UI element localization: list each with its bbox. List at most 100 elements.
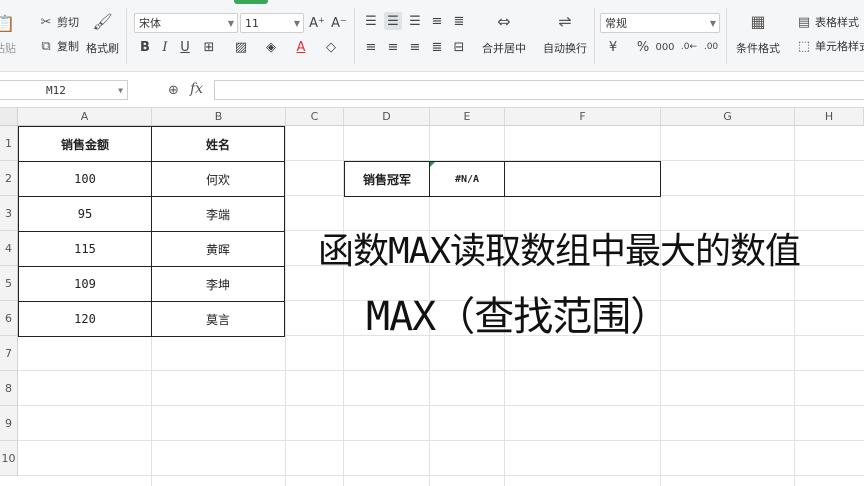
- name-box[interactable]: M12 ▼: [0, 80, 128, 100]
- row-header[interactable]: 10: [0, 441, 18, 476]
- formula-input[interactable]: [214, 80, 864, 100]
- paste-label: 粘贴: [0, 42, 16, 55]
- spreadsheet-grid[interactable]: ABCDEFGH 1 2 3 4 5 6 7 8 9 10 销售金额 姓名 100 何欢 95 李…: [0, 108, 864, 486]
- table-cell-name[interactable]: 莫言: [151, 301, 285, 337]
- ribbon-separator: [594, 8, 595, 64]
- clear-format-icon[interactable]: ◇: [322, 38, 340, 56]
- gridline: [18, 370, 864, 371]
- table-cell-sales[interactable]: 100: [18, 161, 152, 197]
- align-middle-icon[interactable]: ☰: [384, 12, 402, 30]
- row-header[interactable]: 8: [0, 371, 18, 406]
- active-tab-indicator: [234, 0, 268, 4]
- name-box-value: M12: [46, 83, 66, 97]
- align-right-icon[interactable]: ≡: [406, 38, 424, 56]
- table-cell-sales[interactable]: 115: [18, 231, 152, 267]
- zoom-icon[interactable]: ⊕: [168, 83, 179, 98]
- conditional-format-icon: ▦: [750, 12, 766, 31]
- currency-icon[interactable]: ¥: [604, 38, 622, 56]
- font-name-value: 宋体: [139, 17, 161, 30]
- cut-button[interactable]: ✂ 剪切: [38, 14, 79, 30]
- column-header[interactable]: A: [18, 108, 152, 126]
- fx-icon[interactable]: fx: [190, 81, 203, 97]
- increase-decimal-icon[interactable]: .0←: [680, 38, 698, 56]
- champion-label-cell[interactable]: 销售冠军: [344, 161, 430, 197]
- table-cell-name[interactable]: 李端: [151, 196, 285, 232]
- conditional-format-button[interactable]: ▦ 条件格式: [736, 12, 780, 56]
- distributed-icon[interactable]: ⊟: [450, 38, 468, 56]
- number-format-value: 常规: [605, 17, 627, 30]
- champion-extra-cell[interactable]: [504, 161, 661, 197]
- column-header[interactable]: H: [795, 108, 864, 126]
- table-cell-sales[interactable]: 109: [18, 266, 152, 302]
- wrap-text-label: 自动换行: [543, 42, 587, 55]
- percent-icon[interactable]: %: [634, 38, 652, 56]
- table-cell-name[interactable]: 李坤: [151, 266, 285, 302]
- font-size-select[interactable]: 11 ▼: [240, 13, 304, 33]
- copy-button[interactable]: ⧉ 复制: [38, 38, 79, 54]
- align-top-icon[interactable]: ☰: [362, 12, 380, 30]
- bold-icon[interactable]: B: [136, 38, 154, 56]
- wrap-text-button[interactable]: ⇌ 自动换行: [543, 12, 587, 56]
- chevron-down-icon: ▼: [227, 18, 234, 28]
- text-direction-icon[interactable]: ≡: [428, 12, 446, 30]
- fill-pattern-icon[interactable]: ▨: [232, 38, 250, 56]
- decrease-decimal-icon[interactable]: .00: [702, 38, 720, 56]
- header-cell-name[interactable]: 姓名: [151, 126, 285, 162]
- column-header[interactable]: B: [152, 108, 286, 126]
- align-center-icon[interactable]: ≡: [384, 38, 402, 56]
- format-painter-button[interactable]: 🖌 格式刷: [86, 12, 119, 56]
- merge-center-button[interactable]: ⇔ 合并居中: [482, 12, 526, 56]
- champion-value-cell[interactable]: #N/A: [429, 161, 505, 197]
- row-header[interactable]: 9: [0, 406, 18, 441]
- gridline: [285, 126, 286, 486]
- table-style-icon: ▤: [797, 14, 811, 30]
- table-cell-name[interactable]: 黄晖: [151, 231, 285, 267]
- align-bottom-icon[interactable]: ☰: [406, 12, 424, 30]
- italic-icon[interactable]: I: [156, 38, 174, 56]
- orientation-icon[interactable]: ≣: [450, 12, 468, 30]
- gridline: [18, 440, 864, 441]
- header-cell-sales[interactable]: 销售金额: [18, 126, 152, 162]
- thousands-icon[interactable]: 000: [655, 38, 674, 56]
- wrap-icon: ⇌: [558, 12, 572, 31]
- chevron-down-icon: ▼: [293, 18, 300, 28]
- scissors-icon: ✂: [40, 14, 52, 30]
- table-cell-sales[interactable]: 95: [18, 196, 152, 232]
- ribbon-separator: [726, 8, 727, 64]
- font-name-select[interactable]: 宋体 ▼: [134, 13, 238, 33]
- cell-style-label: 单元格样式: [815, 40, 864, 53]
- row-header[interactable]: 5: [0, 266, 18, 301]
- font-color-icon[interactable]: A: [292, 38, 310, 56]
- table-style-button[interactable]: ▤ 表格样式: [796, 14, 859, 30]
- row-header[interactable]: 7: [0, 336, 18, 371]
- increase-font-icon[interactable]: A⁺: [308, 14, 326, 32]
- merge-center-label: 合并居中: [482, 42, 526, 55]
- cell-style-button[interactable]: ⬚ 单元格样式: [796, 38, 864, 54]
- font-size-value: 11: [245, 16, 259, 30]
- row-header[interactable]: 4: [0, 231, 18, 266]
- column-header[interactable]: F: [505, 108, 661, 126]
- column-header[interactable]: G: [661, 108, 795, 126]
- border-icon[interactable]: ⊞: [200, 38, 218, 56]
- select-all-corner[interactable]: [0, 108, 18, 126]
- row-header[interactable]: 6: [0, 301, 18, 336]
- underline-icon[interactable]: U: [176, 38, 194, 56]
- number-format-select[interactable]: 常规 ▼: [600, 13, 720, 33]
- ribbon-separator: [354, 8, 355, 64]
- ribbon-separator: [126, 8, 127, 64]
- column-header[interactable]: C: [286, 108, 344, 126]
- chevron-down-icon: ▼: [709, 18, 716, 28]
- paste-button[interactable]: 📋 粘贴: [0, 14, 16, 56]
- column-header[interactable]: E: [430, 108, 505, 126]
- justify-icon[interactable]: ≣: [428, 38, 446, 56]
- fill-color-icon[interactable]: ◈: [262, 38, 280, 56]
- row-header[interactable]: 1: [0, 126, 18, 161]
- align-left-icon[interactable]: ≡: [362, 38, 380, 56]
- decrease-font-icon[interactable]: A⁻: [330, 14, 348, 32]
- table-cell-sales[interactable]: 120: [18, 301, 152, 337]
- row-header[interactable]: 3: [0, 196, 18, 231]
- table-cell-name[interactable]: 何欢: [151, 161, 285, 197]
- column-header[interactable]: D: [344, 108, 430, 126]
- row-header[interactable]: 2: [0, 161, 18, 196]
- copy-icon: ⧉: [41, 38, 51, 54]
